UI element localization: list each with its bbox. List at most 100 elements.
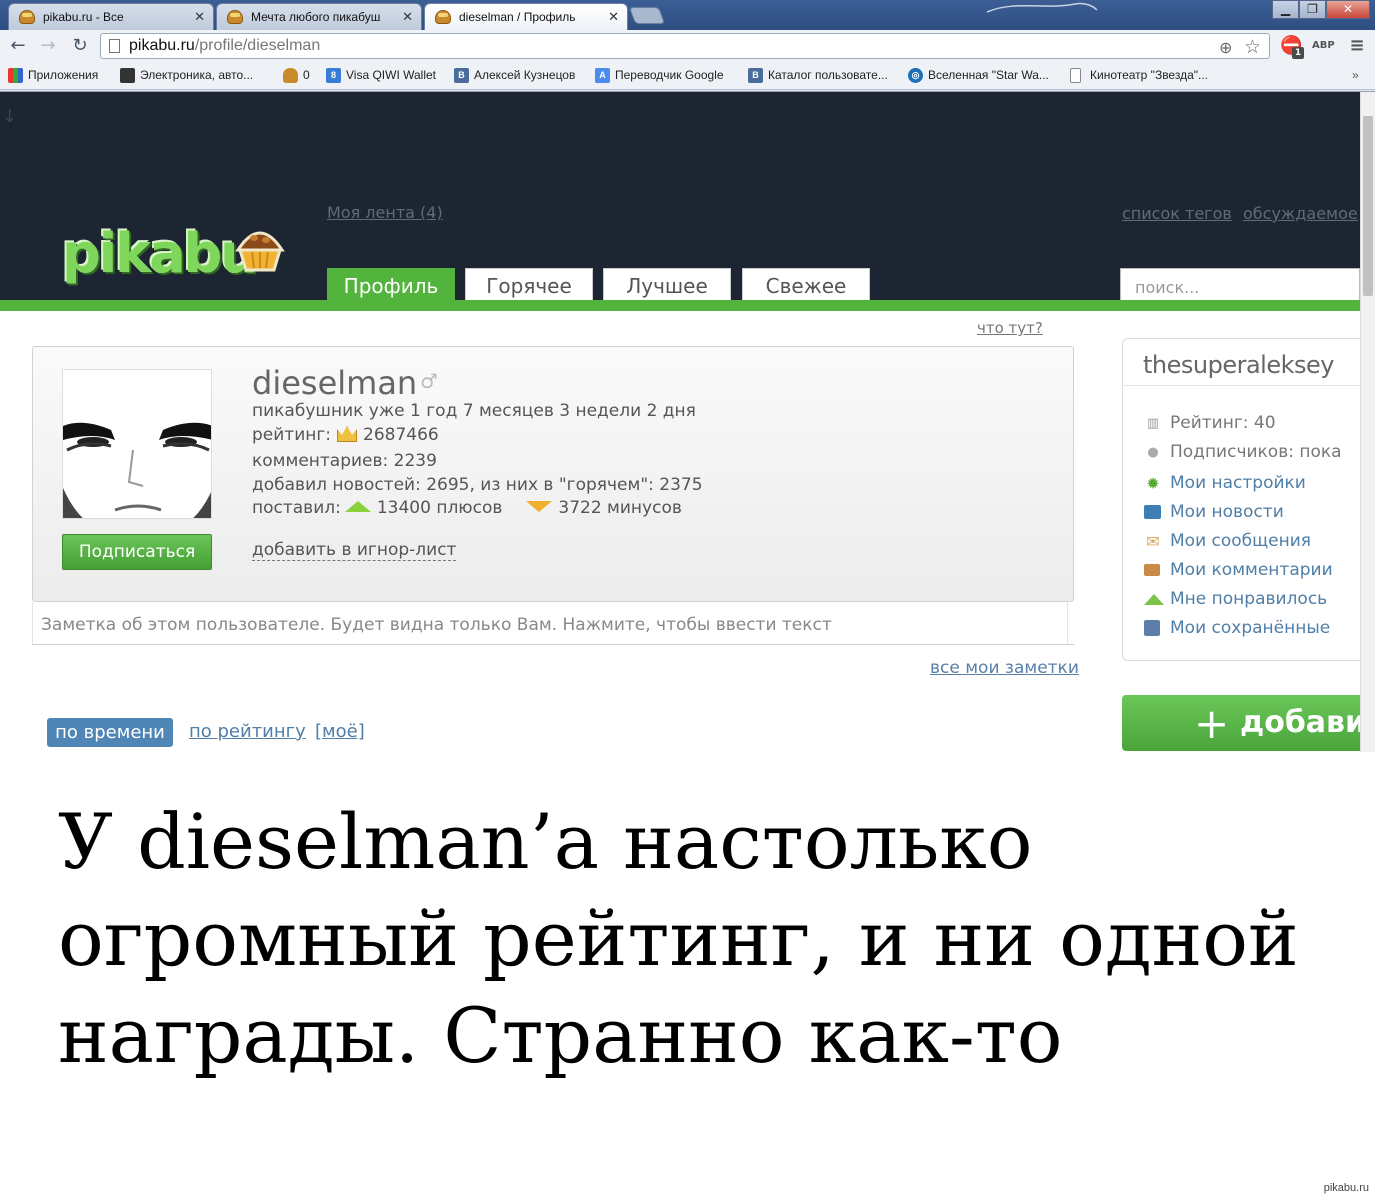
forward-arrow-icon[interactable]: → bbox=[38, 36, 58, 56]
extension-badge: 1 bbox=[1292, 47, 1304, 59]
new-tab-button[interactable] bbox=[628, 7, 666, 24]
tab-best[interactable]: Лучшее bbox=[603, 268, 731, 301]
scrollbar-thumb[interactable] bbox=[1363, 116, 1373, 296]
sort-mine-link[interactable]: [моё] bbox=[315, 721, 365, 742]
bookmark-apps[interactable]: Приложения bbox=[8, 68, 98, 83]
add-post-label: добавить bbox=[1240, 705, 1360, 740]
bookmark-translate[interactable]: A Переводчик Google bbox=[595, 68, 724, 83]
back-arrow-icon[interactable]: ← bbox=[8, 36, 28, 56]
sort-by-rating-link[interactable]: по рейтингу bbox=[189, 721, 306, 742]
page-icon bbox=[1070, 68, 1081, 83]
close-icon[interactable]: ✕ bbox=[194, 9, 205, 25]
bookmark-label: Переводчик Google bbox=[615, 68, 724, 82]
meme-caption: У dieselman’а настолько огромный рейтинг… bbox=[58, 793, 1348, 1084]
rating-row: рейтинг: 2687466 bbox=[252, 425, 439, 445]
my-messages-label: Мои сообщения bbox=[1170, 531, 1312, 551]
header-divider bbox=[0, 300, 1360, 311]
browser-tab-all[interactable]: pikabu.ru - Все ✕ bbox=[8, 3, 214, 30]
tab-title: dieselman / Профиль bbox=[459, 10, 576, 24]
tag-list-link[interactable]: список тегов bbox=[1122, 204, 1232, 223]
zoom-icon[interactable]: ⊕ bbox=[1219, 38, 1232, 58]
discussed-link[interactable]: обсуждаемое bbox=[1243, 204, 1358, 223]
news-icon bbox=[1144, 505, 1161, 519]
abp-icon[interactable]: ABP bbox=[1312, 35, 1335, 57]
bookmarks-more-button[interactable]: » bbox=[1334, 68, 1359, 82]
search-input[interactable]: поиск... bbox=[1120, 268, 1360, 301]
tab-hot[interactable]: Горячее bbox=[465, 268, 593, 301]
my-feed-link[interactable]: Моя лента (4) bbox=[327, 203, 443, 222]
browser-toolbar: ← → ↻ pikabu.ru/profile/dieselman ⊕ ☆ ⛔ … bbox=[0, 30, 1375, 62]
page-scrollbar[interactable] bbox=[1360, 92, 1375, 752]
shop-icon bbox=[120, 68, 135, 83]
current-username[interactable]: thesuperaleksey bbox=[1143, 351, 1334, 379]
pikabu-favicon-icon bbox=[435, 10, 451, 24]
close-icon[interactable]: ✕ bbox=[608, 9, 619, 25]
user-rating: ▥ Рейтинг: 40 bbox=[1144, 413, 1276, 433]
liked-link[interactable]: Мне понравилось bbox=[1144, 589, 1327, 609]
avatar[interactable] bbox=[62, 369, 212, 519]
what-here-link[interactable]: что тут? bbox=[977, 319, 1043, 337]
minuses-count: 3722 минусов bbox=[558, 498, 682, 518]
bookmark-pikabu[interactable]: 0 bbox=[283, 68, 310, 83]
caption-line-1: У dieselman’а настолько bbox=[58, 797, 1033, 886]
bookmark-vk-aleksey[interactable]: B Алексей Кузнецов bbox=[454, 68, 575, 83]
my-saved-link[interactable]: Мои сохранённые bbox=[1144, 618, 1330, 638]
bookmark-label: Каталог пользовате... bbox=[768, 68, 888, 82]
ignore-list-link[interactable]: добавить в игнор-лист bbox=[252, 540, 457, 561]
my-comments-link[interactable]: Мои комментарии bbox=[1144, 560, 1333, 580]
vk-icon: B bbox=[454, 68, 469, 83]
my-settings-label: Мои настройки bbox=[1170, 473, 1306, 493]
apps-grid-icon bbox=[8, 68, 23, 83]
tab-fresh[interactable]: Свежее bbox=[742, 268, 870, 301]
vk-icon: B bbox=[748, 68, 763, 83]
my-comments-label: Мои комментарии bbox=[1170, 560, 1333, 580]
bookmark-cinema[interactable]: Кинотеатр "Звезда"... bbox=[1070, 68, 1208, 83]
member-duration: пикабушник уже 1 год 7 месяцев 3 недели … bbox=[252, 401, 696, 421]
rating-label: рейтинг: bbox=[252, 425, 332, 445]
pikabu-logo[interactable]: pikabu bbox=[62, 222, 259, 285]
user-note-field[interactable]: Заметка об этом пользователе. Будет видн… bbox=[32, 602, 1068, 645]
tab-profile[interactable]: Профиль bbox=[327, 268, 455, 301]
votes-label: поставил: bbox=[252, 498, 341, 518]
avatar-face-image bbox=[63, 370, 211, 518]
watermark: pikabu.ru bbox=[1323, 1182, 1369, 1194]
pikabu-icon bbox=[283, 68, 298, 83]
bookmark-star-wars[interactable]: ◎ Вселенная "Star Wa... bbox=[908, 68, 1049, 83]
my-news-link[interactable]: Мои новости bbox=[1144, 502, 1284, 522]
tab-title: Мечта любого пикабуш bbox=[251, 10, 381, 24]
comment-icon bbox=[1144, 564, 1160, 576]
browser-chrome: pikabu.ru - Все ✕ Мечта любого пикабуш ✕… bbox=[0, 0, 1375, 92]
address-bar[interactable]: pikabu.ru/profile/dieselman ⊕ ☆ bbox=[100, 33, 1270, 59]
bookmark-qiwi[interactable]: 8 Visa QIWI Wallet bbox=[326, 68, 436, 83]
plus-arrow-icon bbox=[344, 501, 371, 512]
minimize-button[interactable]: ▁ bbox=[1272, 0, 1299, 19]
add-post-button[interactable]: + добавить bbox=[1122, 695, 1360, 751]
plus-icon: + bbox=[1194, 699, 1230, 748]
tab-title: pikabu.ru - Все bbox=[43, 10, 124, 24]
globe-icon: ◎ bbox=[908, 68, 923, 83]
restore-button[interactable]: ❐ bbox=[1299, 0, 1326, 19]
user-subscribers-text: Подписчиков: пока bbox=[1170, 442, 1342, 462]
user-panel-divider bbox=[1122, 385, 1360, 386]
close-icon[interactable]: ✕ bbox=[402, 9, 413, 25]
reload-icon[interactable]: ↻ bbox=[70, 36, 90, 56]
my-messages-link[interactable]: ✉ Мои сообщения bbox=[1144, 531, 1311, 551]
star-icon[interactable]: ☆ bbox=[1244, 36, 1261, 59]
tab-strip: pikabu.ru - Все ✕ Мечта любого пикабуш ✕… bbox=[0, 0, 1375, 31]
pikabu-favicon-icon bbox=[227, 10, 243, 24]
floppy-icon bbox=[1144, 620, 1160, 636]
menu-icon[interactable]: ≡ bbox=[1346, 35, 1368, 57]
decorative-flourish-icon bbox=[986, 2, 1098, 13]
bookmark-electronics[interactable]: Электроника, авто... bbox=[120, 68, 253, 83]
crown-icon bbox=[337, 426, 358, 442]
browser-tab-profile[interactable]: dieselman / Профиль ✕ bbox=[424, 3, 628, 31]
window-close-button[interactable]: ✕ bbox=[1326, 0, 1370, 19]
subscribe-button[interactable]: Подписаться bbox=[62, 534, 212, 570]
bookmark-vk-catalog[interactable]: B Каталог пользовате... bbox=[748, 68, 888, 83]
male-gender-icon: ♂ bbox=[420, 369, 438, 393]
browser-tab-dream[interactable]: Мечта любого пикабуш ✕ bbox=[216, 3, 422, 30]
my-settings-link[interactable]: ✹ Мои настройки bbox=[1144, 473, 1306, 493]
sort-by-time-button[interactable]: по времени bbox=[47, 718, 173, 747]
all-notes-link[interactable]: все мои заметки bbox=[930, 658, 1079, 678]
liked-label: Мне понравилось bbox=[1170, 589, 1328, 609]
